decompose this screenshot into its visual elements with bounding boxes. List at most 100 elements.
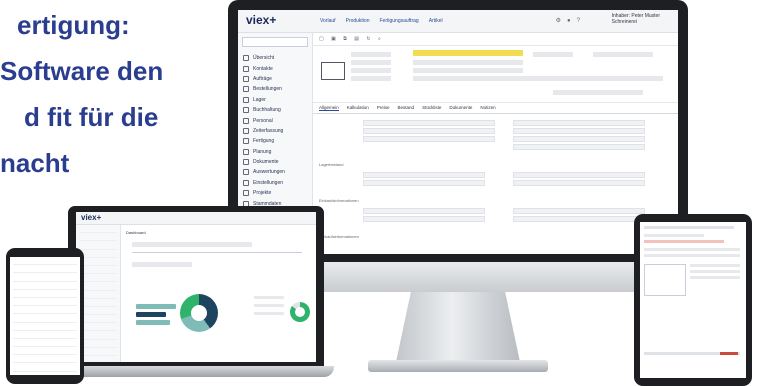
sidebar-item[interactable]: Einstellungen — [238, 178, 312, 188]
user-company: Schreinerei — [611, 19, 637, 25]
form-tab[interactable]: Notizen — [480, 105, 495, 110]
phone-list-item[interactable] — [13, 339, 77, 348]
record-field[interactable] — [413, 60, 523, 65]
sidebar-item[interactable]: Zeiterfassung — [238, 126, 312, 136]
form-field[interactable] — [363, 172, 485, 178]
phone-list-item[interactable] — [13, 290, 77, 298]
sidebar-item[interactable]: Projekte — [238, 188, 312, 198]
form-tab[interactable]: Stückliste — [422, 105, 441, 110]
record-field[interactable] — [413, 68, 523, 73]
phone-list-item[interactable] — [13, 372, 77, 375]
header-tab[interactable]: Vorlauf — [320, 18, 336, 24]
form-tab[interactable]: Dokumente — [449, 105, 472, 110]
form-field[interactable] — [363, 216, 485, 222]
laptop-sidebar-item[interactable] — [79, 250, 117, 258]
form-field[interactable] — [513, 136, 645, 142]
form-field[interactable] — [363, 120, 495, 126]
form-field[interactable] — [513, 120, 645, 126]
sidebar-item[interactable]: Buchhaltung — [238, 105, 312, 115]
settings-icon[interactable]: ⚙ — [556, 18, 567, 24]
phone-list-item[interactable] — [13, 306, 77, 315]
phone-list-item[interactable] — [13, 363, 77, 372]
laptop-sidebar-item[interactable] — [79, 356, 117, 362]
sidebar-search-input[interactable] — [242, 37, 308, 47]
record-field[interactable] — [533, 52, 573, 57]
laptop-sidebar-item[interactable] — [79, 225, 117, 234]
header-tab[interactable]: Fertigungsauftrag — [379, 18, 418, 24]
selected-field-highlight[interactable] — [413, 50, 523, 56]
help-icon[interactable]: ? — [577, 18, 586, 24]
form-field[interactable] — [363, 180, 485, 186]
phone-list-item[interactable] — [13, 265, 77, 274]
form-field[interactable] — [513, 216, 645, 222]
print-icon[interactable]: ▤ — [354, 36, 362, 42]
user-info[interactable]: Inhaber: Peter Muster Schreinerei — [612, 13, 660, 25]
copy-icon[interactable]: ⧉ — [343, 36, 350, 42]
phone-list-item[interactable] — [13, 323, 77, 331]
form-tab[interactable]: Kalkulation — [347, 105, 369, 110]
laptop-sidebar-item[interactable] — [79, 241, 117, 250]
sidebar-item[interactable]: Planung — [238, 147, 312, 157]
refresh-icon[interactable]: ↻ — [366, 36, 373, 42]
headline-line-3: d fit für die — [24, 102, 159, 132]
sidebar-item[interactable]: Auswertungen — [238, 167, 312, 177]
laptop-sidebar-item[interactable] — [79, 233, 117, 242]
phone-list-item[interactable] — [13, 331, 77, 339]
phone-list-item[interactable] — [13, 347, 77, 356]
header-tab[interactable]: Produktion — [346, 18, 370, 24]
phone-list-item[interactable] — [13, 314, 77, 323]
menu-icon — [243, 179, 249, 186]
phone-list-item[interactable] — [13, 355, 77, 364]
sidebar-item[interactable]: Aufträge — [238, 74, 312, 84]
form-field[interactable] — [513, 180, 645, 186]
sidebar-item[interactable]: Personal — [238, 115, 312, 125]
tablet-action-button[interactable] — [720, 352, 738, 355]
form-tab[interactable]: Allgemein — [319, 105, 339, 111]
laptop-sidebar-item[interactable] — [79, 282, 117, 291]
record-field[interactable] — [593, 52, 653, 57]
sidebar-item[interactable]: Kontakte — [238, 63, 312, 73]
form-field[interactable] — [363, 128, 495, 134]
section-label: Lagerbestand — [319, 162, 344, 167]
record-field[interactable] — [553, 90, 643, 95]
sidebar-item[interactable]: Übersicht — [238, 53, 312, 63]
phone-list-item[interactable] — [13, 273, 77, 282]
filter-field[interactable] — [132, 262, 192, 267]
bell-icon[interactable]: ● — [567, 18, 577, 24]
laptop-sidebar-item[interactable] — [79, 315, 117, 324]
form-field[interactable] — [513, 144, 645, 150]
donut-hole — [191, 305, 207, 321]
form-field[interactable] — [513, 208, 645, 214]
sidebar-item[interactable]: Fertigung — [238, 136, 312, 146]
filter-bar[interactable] — [132, 242, 252, 247]
laptop-sidebar-item[interactable] — [79, 291, 117, 299]
laptop-sidebar-item[interactable] — [79, 323, 117, 332]
laptop-sidebar-item[interactable] — [79, 299, 117, 307]
sidebar-item[interactable]: Bestellungen — [238, 84, 312, 94]
header-tab[interactable]: Artikel — [429, 18, 443, 24]
sidebar-item[interactable]: Lager — [238, 95, 312, 105]
laptop-sidebar-item[interactable] — [79, 331, 117, 340]
form-tab[interactable]: Preise — [377, 105, 390, 110]
tablet-row — [690, 276, 740, 279]
phone-list-item[interactable] — [13, 282, 77, 290]
search-icon[interactable]: ⌕ — [378, 36, 384, 42]
laptop-sidebar-item[interactable] — [79, 274, 117, 283]
form-tab[interactable]: Bestand — [398, 105, 415, 110]
form-field[interactable] — [513, 172, 645, 178]
laptop-sidebar-item[interactable] — [79, 340, 117, 348]
laptop-sidebar-item[interactable] — [79, 307, 117, 316]
record-field[interactable] — [413, 76, 663, 81]
new-icon[interactable]: ▢ — [319, 36, 327, 42]
toolbar: ▢ ▣ ⧉ ▤ ↻ ⌕ — [313, 33, 678, 46]
sidebar-item[interactable]: Dokumente — [238, 157, 312, 167]
laptop-sidebar-item[interactable] — [79, 348, 117, 356]
save-icon[interactable]: ▣ — [331, 36, 339, 42]
phone-list-item[interactable] — [13, 298, 77, 307]
phone-list-item[interactable] — [13, 257, 77, 266]
form-field[interactable] — [363, 136, 495, 142]
form-field[interactable] — [513, 128, 645, 134]
form-field[interactable] — [363, 208, 485, 214]
laptop-sidebar-item[interactable] — [79, 266, 117, 275]
laptop-sidebar-item[interactable] — [79, 258, 117, 266]
